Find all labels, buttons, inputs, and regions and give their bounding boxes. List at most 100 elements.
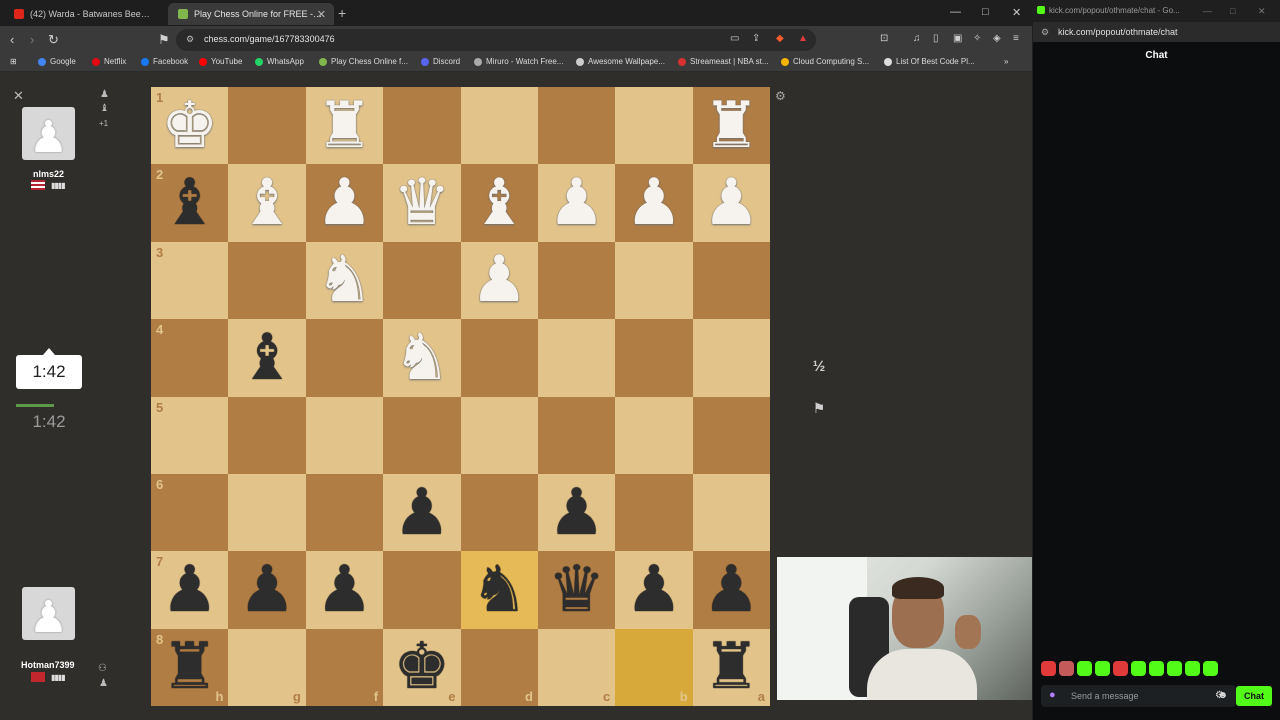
white-pawn-piece[interactable]: ♟ bbox=[693, 164, 770, 241]
more-bookmarks-icon[interactable]: » bbox=[1004, 57, 1008, 66]
board-square[interactable]: ♞ bbox=[460, 551, 538, 629]
board-square[interactable] bbox=[383, 551, 461, 629]
board-square[interactable]: d bbox=[460, 628, 538, 707]
mic-icon[interactable]: ● bbox=[1049, 689, 1056, 701]
site-info-icon[interactable]: ⚙ bbox=[1041, 27, 1049, 38]
friends-icon[interactable]: ⚇ bbox=[98, 663, 107, 674]
board-square[interactable]: g bbox=[228, 628, 306, 707]
white-knight-piece[interactable]: ♞ bbox=[306, 242, 383, 319]
black-bishop-piece[interactable]: ♝ bbox=[151, 164, 228, 241]
board-square[interactable] bbox=[615, 473, 693, 552]
board-square[interactable] bbox=[460, 396, 538, 474]
white-rook-piece[interactable]: ♜ bbox=[306, 87, 383, 164]
gear-icon[interactable]: ⚙ bbox=[775, 89, 786, 103]
emote-icon[interactable] bbox=[1095, 661, 1110, 676]
black-pawn-piece[interactable]: ♟ bbox=[306, 551, 383, 628]
bookmark-netflix[interactable]: Netflix bbox=[92, 57, 126, 66]
emote-icon[interactable] bbox=[1167, 661, 1182, 676]
maximize-icon[interactable]: □ bbox=[982, 6, 989, 18]
black-knight-piece[interactable]: ♞ bbox=[461, 551, 538, 628]
board-square[interactable] bbox=[615, 241, 693, 320]
board-square[interactable]: ♟ bbox=[305, 551, 384, 629]
black-queen-piece[interactable]: ♛ bbox=[538, 551, 615, 628]
bookmark-discord[interactable]: Discord bbox=[421, 57, 460, 66]
board-square[interactable] bbox=[383, 87, 461, 165]
white-pawn-piece[interactable]: ♟ bbox=[461, 242, 538, 319]
emote-icon[interactable] bbox=[1059, 661, 1074, 676]
resign-flag-icon[interactable]: ⚑ bbox=[808, 400, 830, 420]
white-pawn-piece[interactable]: ♟ bbox=[306, 164, 383, 241]
board-square[interactable]: 4 bbox=[151, 319, 229, 397]
menu-icon[interactable]: ≡ bbox=[1013, 33, 1019, 44]
bookmark-wallpaper[interactable]: Awesome Wallpape... bbox=[576, 57, 665, 66]
close-icon[interactable]: ✕ bbox=[317, 8, 326, 21]
bookmark-icon[interactable]: ⚑ bbox=[158, 32, 170, 48]
sidebar-icon[interactable]: ▯ bbox=[933, 33, 939, 44]
new-tab-icon[interactable]: + bbox=[338, 5, 346, 21]
white-bishop-piece[interactable]: ♝ bbox=[228, 164, 305, 241]
board-square[interactable] bbox=[305, 396, 384, 474]
black-pawn-piece[interactable]: ♟ bbox=[538, 474, 615, 551]
back-icon[interactable]: ‹ bbox=[10, 32, 14, 47]
bottom-player-avatar[interactable]: ♟ bbox=[22, 587, 75, 640]
brave-shield-icon[interactable]: ◆ bbox=[776, 33, 784, 44]
apps-icon[interactable]: ⊞ bbox=[10, 57, 17, 66]
board-square[interactable] bbox=[460, 319, 538, 397]
emote-icon[interactable] bbox=[1149, 661, 1164, 676]
chess-board[interactable]: 1 ♚ ♜ ♜ 2 ♝ ♝ ♟ ♛ ♝ ♟ ♟ ♟ 3 ♞ ♟ 4 ♝ ♞ 5 6 ♟ ♟ 7 ♟ ♟ ♟ ♞ ♛ ♟ ♟ 8 h ♜ g f e ♚ d c… bbox=[151, 87, 771, 707]
board-square[interactable] bbox=[460, 87, 538, 165]
vpn-icon[interactable]: ◈ bbox=[993, 33, 1001, 44]
reload-icon[interactable]: ↻ bbox=[48, 32, 59, 48]
board-square[interactable]: ♜ bbox=[305, 87, 384, 165]
board-square[interactable]: ♞ bbox=[383, 319, 461, 397]
tab-chess[interactable]: Play Chess Online for FREE - 2 P... ✕ bbox=[168, 3, 334, 25]
board-square[interactable] bbox=[692, 473, 771, 552]
board-square[interactable]: 7 ♟ bbox=[151, 551, 229, 629]
board-square[interactable] bbox=[228, 87, 306, 165]
chat-address-bar[interactable]: ⚙ kick.com/popout/othmate/chat bbox=[1033, 22, 1280, 42]
black-pawn-piece[interactable]: ♟ bbox=[228, 551, 305, 628]
black-pawn-piece[interactable]: ♟ bbox=[615, 551, 692, 628]
black-bishop-piece[interactable]: ♝ bbox=[228, 319, 305, 396]
board-square[interactable] bbox=[692, 319, 771, 397]
emote-icon[interactable] bbox=[1077, 661, 1092, 676]
board-square[interactable]: ♛ bbox=[537, 551, 616, 629]
ai-icon[interactable]: ✧ bbox=[973, 33, 981, 44]
board-square[interactable] bbox=[305, 319, 384, 397]
screenshot-icon[interactable]: ⊡ bbox=[880, 33, 888, 44]
board-square[interactable]: ♟ bbox=[615, 164, 693, 242]
bookmark-streameast[interactable]: Streameast | NBA st... bbox=[678, 57, 769, 66]
chat-message-input[interactable]: ● Send a message ☻ bbox=[1041, 685, 1236, 707]
bookmark-facebook[interactable]: Facebook bbox=[141, 57, 188, 66]
board-square[interactable] bbox=[383, 396, 461, 474]
board-square[interactable]: ♟ bbox=[692, 551, 771, 629]
board-square[interactable] bbox=[692, 241, 771, 320]
board-square[interactable] bbox=[537, 319, 616, 397]
board-square[interactable] bbox=[537, 241, 616, 320]
black-king-piece[interactable]: ♚ bbox=[383, 629, 460, 706]
board-square[interactable] bbox=[615, 87, 693, 165]
board-square[interactable]: f bbox=[305, 628, 384, 707]
minimize-icon[interactable]: — bbox=[950, 6, 961, 18]
black-rook-piece[interactable]: ♜ bbox=[151, 629, 228, 706]
board-square[interactable] bbox=[460, 473, 538, 552]
bookmark-youtube[interactable]: YouTube bbox=[199, 57, 242, 66]
bookmark-chess[interactable]: Play Chess Online f... bbox=[319, 57, 408, 66]
top-player-avatar[interactable]: ♟ bbox=[22, 107, 75, 160]
black-pawn-piece[interactable]: ♟ bbox=[151, 551, 228, 628]
white-queen-piece[interactable]: ♛ bbox=[383, 164, 460, 241]
board-square[interactable] bbox=[383, 241, 461, 320]
close-panel-icon[interactable]: ✕ bbox=[13, 88, 24, 104]
emote-icon[interactable] bbox=[1113, 661, 1128, 676]
board-square[interactable]: ♟ bbox=[228, 551, 306, 629]
board-square[interactable]: ♟ bbox=[383, 473, 461, 552]
tab-youtube[interactable]: (42) Warda - Batwanes Beek | ... bbox=[4, 3, 164, 25]
board-square[interactable]: 6 bbox=[151, 473, 229, 552]
board-square[interactable]: ♟ bbox=[692, 164, 771, 242]
wallet-icon[interactable]: ▣ bbox=[953, 33, 962, 44]
board-square[interactable] bbox=[305, 473, 384, 552]
board-square[interactable]: e ♚ bbox=[383, 628, 461, 707]
offer-draw-button[interactable]: ½ bbox=[805, 355, 833, 379]
board-square[interactable]: ♜ bbox=[692, 87, 771, 165]
bookmark-whatsapp[interactable]: WhatsApp bbox=[255, 57, 304, 66]
